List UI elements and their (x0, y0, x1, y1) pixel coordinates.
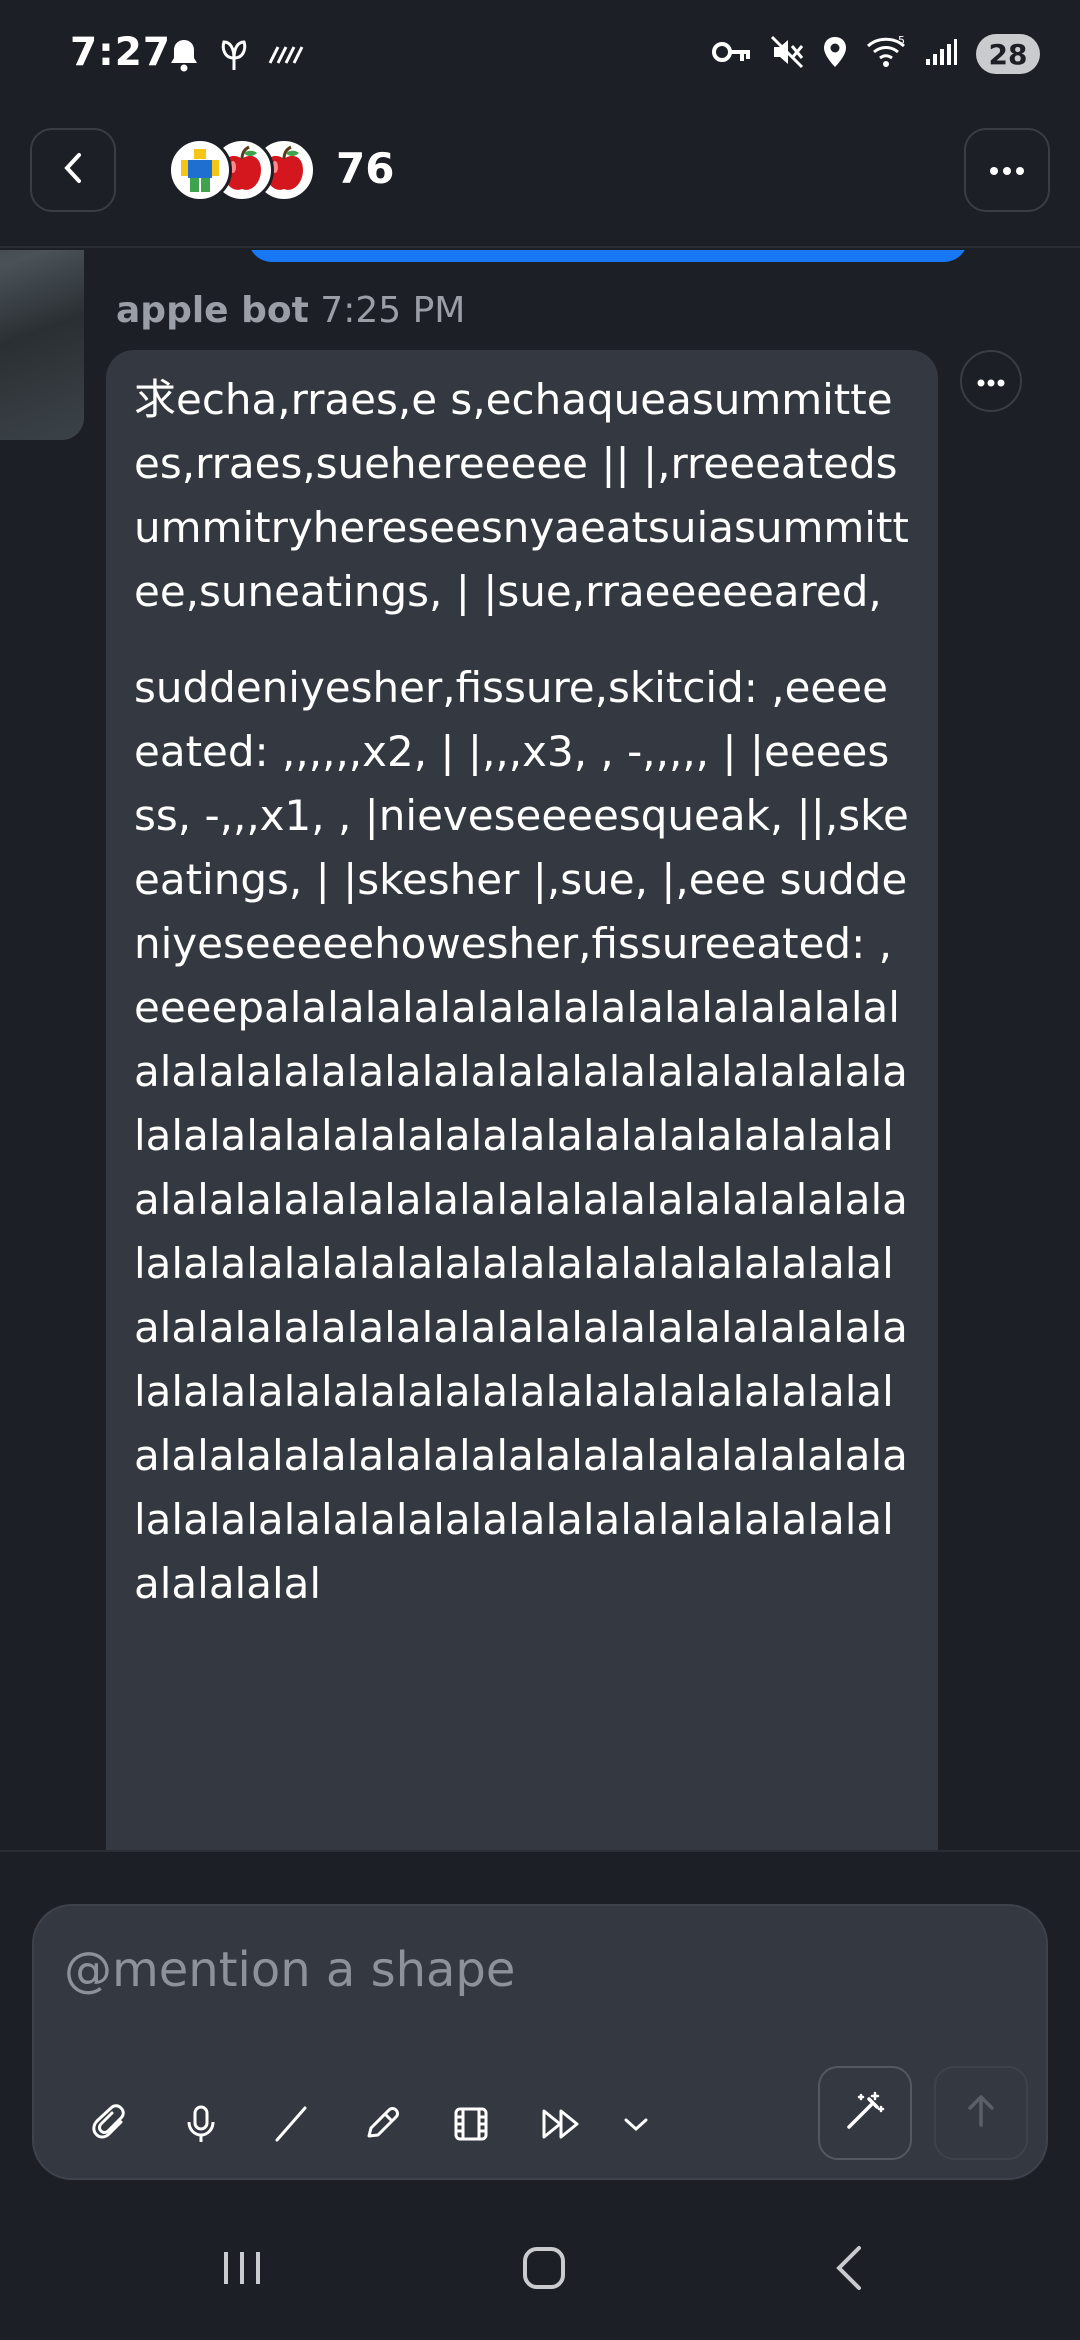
back-chevron-icon (831, 2244, 865, 2296)
composer-divider (0, 1850, 1080, 1852)
video-button[interactable] (426, 2086, 516, 2166)
status-left-icons (168, 38, 304, 76)
key-icon (712, 39, 752, 69)
recents-icon (220, 2248, 264, 2292)
chevron-left-icon (59, 151, 87, 189)
home-icon (521, 2245, 567, 2295)
more-horizontal-icon (989, 161, 1025, 180)
message-time: 7:25 PM (320, 290, 466, 331)
recents-button[interactable] (182, 2200, 302, 2340)
magic-wand-icon (843, 2089, 887, 2137)
message-input[interactable] (64, 1940, 964, 2000)
chat-header: 76 (0, 100, 1080, 248)
message-bubble[interactable]: 求echa,rraes,e s,echaqueasummittees,rraes… (106, 350, 938, 1850)
message-paragraph-1: 求echa,rraes,e s,echaqueasummittees,rraes… (134, 375, 909, 616)
figure-avatar (168, 138, 232, 202)
skip-button[interactable] (516, 2086, 606, 2166)
composer-toolbar (66, 2086, 666, 2166)
home-button[interactable] (484, 2200, 604, 2340)
magic-wand-button[interactable] (818, 2066, 912, 2160)
wifi-icon: 5 (866, 34, 906, 72)
group-avatars[interactable] (168, 138, 318, 202)
system-back-button[interactable] (788, 2200, 908, 2340)
pencil-icon (361, 2104, 401, 2148)
location-icon (822, 35, 848, 73)
bell-icon (168, 38, 200, 76)
attach-button[interactable] (66, 2086, 156, 2166)
chevron-down-icon (622, 2114, 650, 2138)
back-button[interactable] (30, 128, 116, 212)
send-button[interactable] (934, 2066, 1028, 2160)
status-right-icons: 5 28 (712, 34, 1040, 74)
voice-button[interactable] (156, 2086, 246, 2166)
message-menu-button[interactable] (960, 350, 1022, 412)
chat-area[interactable]: apple bot 7:25 PM 求echa,rraes,e s,echaqu… (0, 250, 1080, 1850)
film-icon (452, 2105, 490, 2147)
arrow-up-icon (964, 2093, 998, 2133)
more-horizontal-icon (977, 372, 1005, 391)
system-nav-bar (0, 2200, 1080, 2340)
draw-button[interactable] (336, 2086, 426, 2166)
more-tools-button[interactable] (606, 2086, 666, 2166)
leaf-icon (220, 38, 248, 76)
command-button[interactable] (246, 2086, 336, 2166)
status-bar: 7:27 5 28 (0, 0, 1080, 100)
slash-icon (271, 2104, 311, 2148)
group-member-count[interactable]: 76 (336, 144, 394, 193)
mute-icon (770, 35, 804, 73)
hatch-icon (268, 43, 304, 71)
paperclip-icon (91, 2104, 131, 2148)
message-paragraph-2: suddeniyesher,fissure,skitcid: ,eeeeeate… (134, 663, 909, 1608)
screen: 7:27 5 28 76 apple bot 7:25 PM 求echa,rra… (0, 0, 1080, 2340)
fast-forward-icon (540, 2107, 582, 2145)
svg-text:5: 5 (898, 36, 905, 47)
side-image-thumbnail[interactable] (0, 250, 84, 440)
microphone-icon (185, 2104, 217, 2148)
message-sender-line: apple bot 7:25 PM (116, 290, 465, 331)
previous-message-bubble[interactable] (248, 250, 968, 262)
signal-icon (924, 37, 958, 71)
battery-badge: 28 (976, 34, 1040, 74)
message-composer (32, 1904, 1048, 2180)
header-menu-button[interactable] (964, 128, 1050, 212)
status-time: 7:27 (70, 30, 172, 75)
sender-name[interactable]: apple bot (116, 290, 309, 331)
